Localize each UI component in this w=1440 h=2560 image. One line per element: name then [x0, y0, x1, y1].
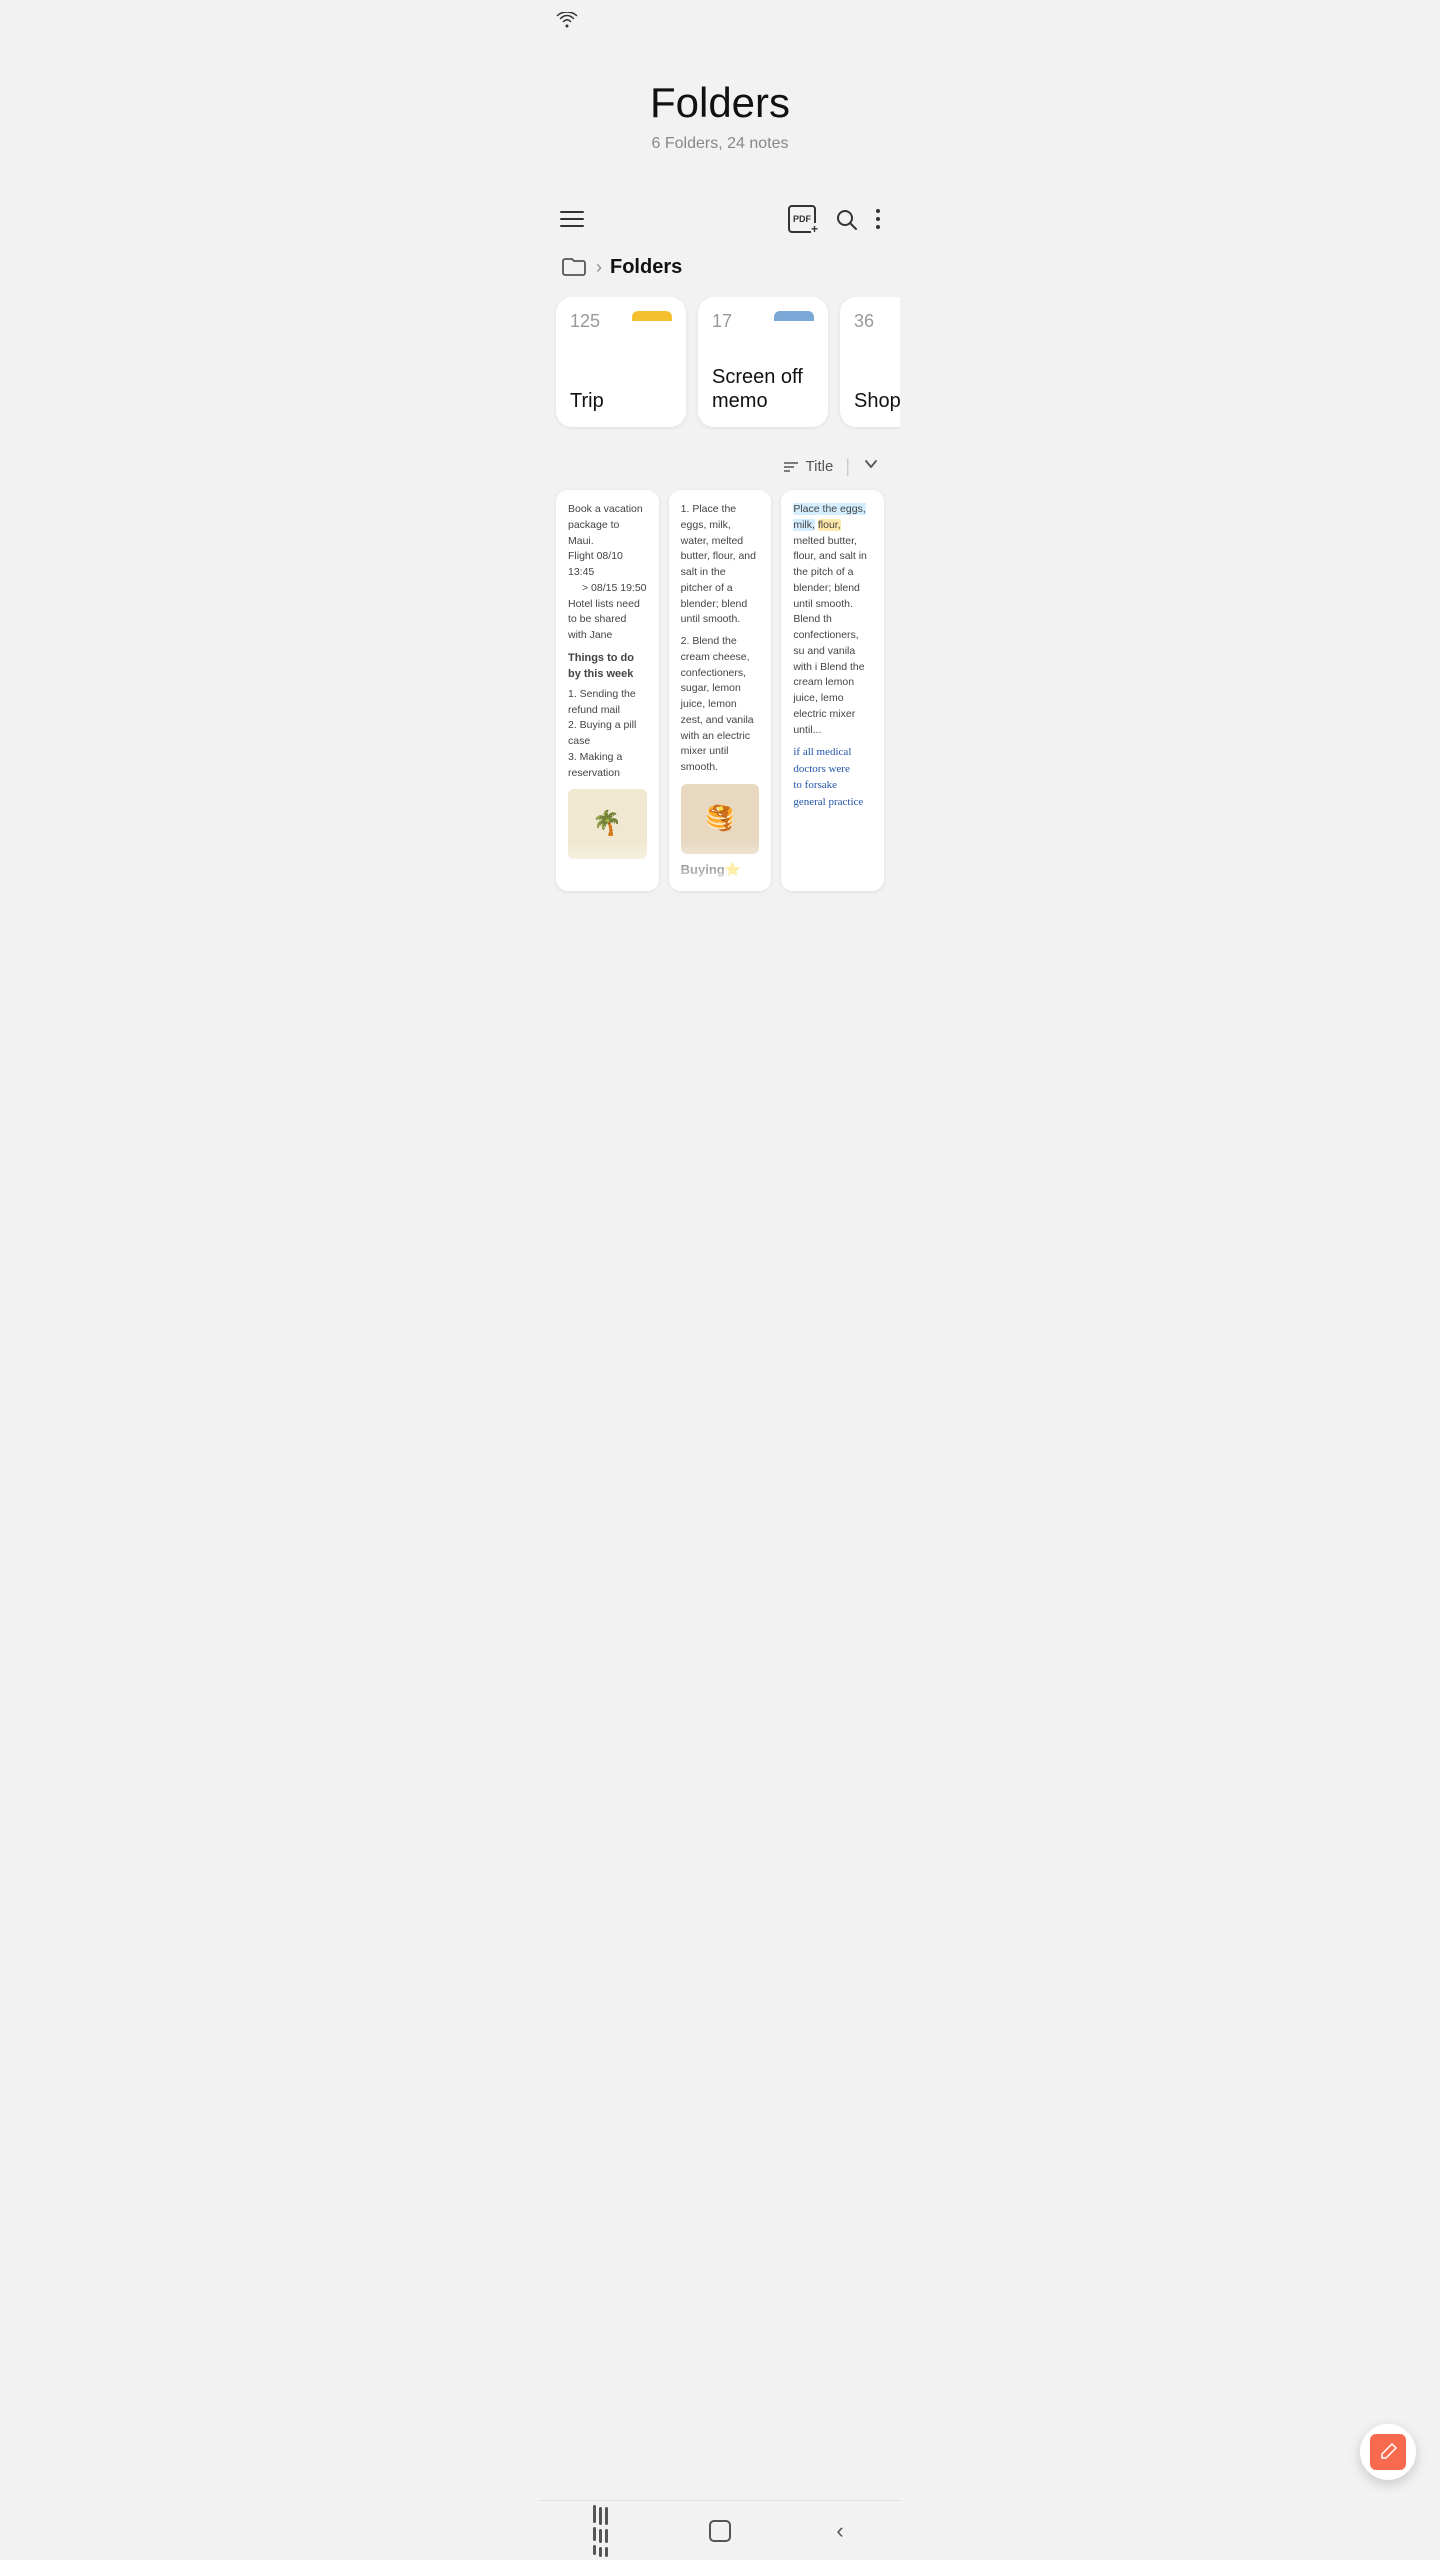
note-fade-overlay [669, 841, 772, 891]
toolbar: PDF [540, 193, 900, 245]
more-button[interactable] [876, 209, 880, 229]
page-title: Folders [560, 79, 880, 127]
breadcrumb: › Folders [540, 245, 900, 297]
sort-label: Title [806, 458, 834, 475]
status-bar [540, 0, 900, 39]
notes-grid: Book a vacation package to Maui. Flight … [540, 490, 900, 971]
nav-recent-button[interactable] [580, 2511, 620, 2551]
pencil-icon [1378, 2442, 1398, 2462]
search-button[interactable] [834, 207, 858, 231]
note-card-2[interactable]: 1. Place the eggs, milk, water, melted b… [669, 490, 772, 891]
nav-back-button[interactable]: ‹ [820, 2511, 860, 2551]
folder-card-screen-off-memo[interactable]: 17 Screen off memo [698, 297, 828, 427]
folder-card-trip[interactable]: 125 Trip [556, 297, 686, 427]
folder-name: Screen off memo [712, 365, 814, 413]
folder-name: Trip [570, 389, 672, 413]
menu-button[interactable] [560, 211, 584, 227]
sort-direction-icon [862, 455, 880, 473]
sort-divider: | [845, 456, 850, 477]
note-card-1[interactable]: Book a vacation package to Maui. Flight … [556, 490, 659, 891]
sort-direction-button[interactable] [862, 455, 880, 478]
folder-count: 125 [570, 311, 600, 332]
folder-card-shopping[interactable]: 36 Shopping [840, 297, 900, 427]
wifi-icon [556, 12, 578, 33]
bottom-nav: ‹ [540, 2500, 900, 2560]
folder-count: 17 [712, 311, 732, 332]
folders-grid: 125 Trip 17 Screen off memo 36 Shopping … [540, 297, 900, 447]
note-text-2: 1. Place the eggs, milk, water, melted b… [681, 502, 760, 776]
sort-icon [782, 459, 800, 475]
pdf-button[interactable]: PDF [788, 205, 816, 233]
folder-name: Shopping [854, 389, 900, 413]
sort-button[interactable]: Title [782, 458, 834, 475]
back-icon: ‹ [836, 2518, 843, 2544]
note-card-3[interactable]: Place the eggs, milk, flour, melted butt… [781, 490, 884, 891]
note-handwritten-3: if all medical doctors wereto forsake ge… [793, 744, 872, 810]
note-fade-overlay [556, 841, 659, 891]
note-text-3: Place the eggs, milk, flour, melted butt… [793, 502, 872, 738]
folder-count: 36 [854, 311, 874, 332]
page-subtitle: 6 Folders, 24 notes [560, 135, 880, 153]
folder-tab-blue [774, 311, 814, 321]
folder-tab-yellow [632, 311, 672, 321]
note-text-1: Book a vacation package to Maui. Flight … [568, 502, 647, 781]
breadcrumb-chevron: › [596, 257, 602, 278]
sort-bar: Title | [540, 447, 900, 490]
hero-section: Folders 6 Folders, 24 notes [540, 39, 900, 183]
note-fade-overlay [781, 841, 884, 891]
fab-edit-icon [1370, 2434, 1406, 2470]
fab-button[interactable] [1360, 2424, 1416, 2480]
nav-home-button[interactable] [700, 2511, 740, 2551]
folder-icon [560, 253, 588, 281]
home-icon [709, 2520, 731, 2542]
breadcrumb-label: Folders [610, 256, 682, 279]
